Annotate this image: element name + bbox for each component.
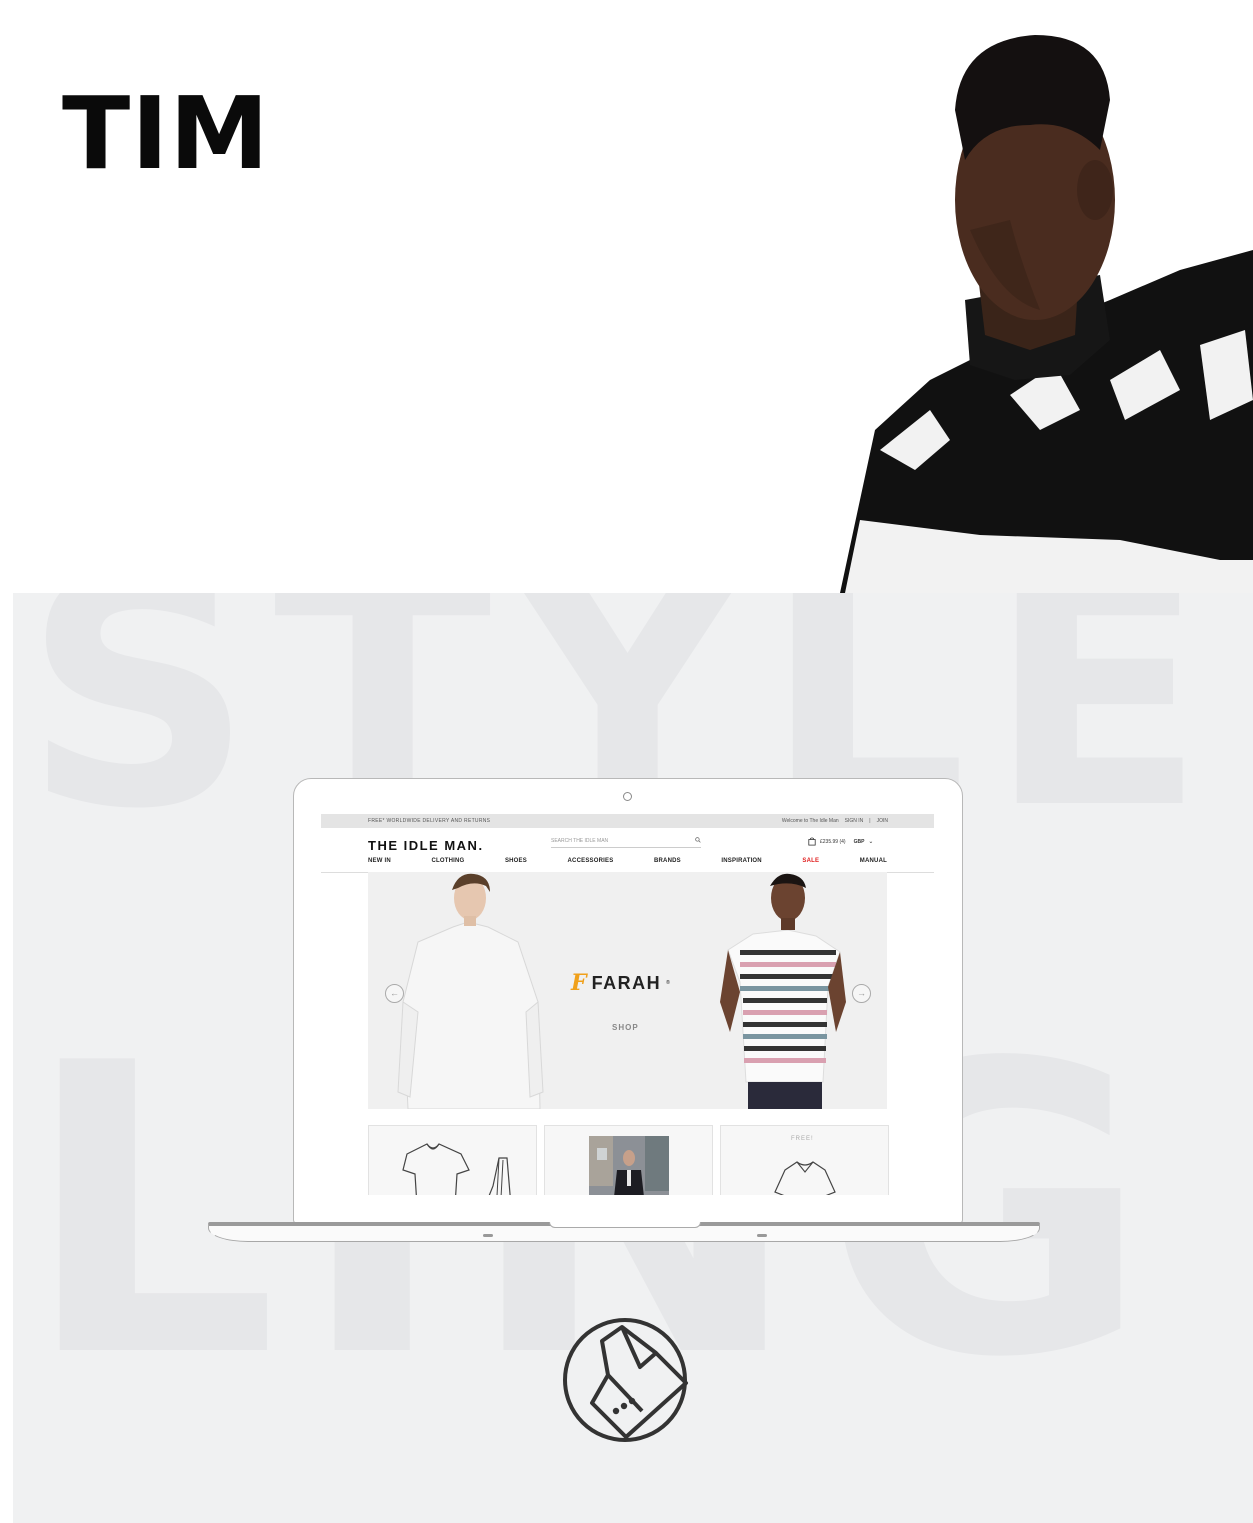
laptop-notch [549, 1222, 701, 1228]
search-icon[interactable] [695, 837, 701, 843]
shop-button[interactable]: SHOP [612, 1023, 639, 1032]
jacket-cuff-icon [563, 1318, 688, 1442]
category-tiles: FREE! [368, 1125, 889, 1195]
search-placeholder: SEARCH THE IDLE MAN [551, 838, 609, 844]
arrow-left-icon[interactable]: ← [385, 984, 404, 1003]
cart-total: £235.99 (4) [820, 838, 846, 845]
laptop-foot [757, 1234, 767, 1237]
farah-mark-icon: F [571, 970, 587, 996]
tile-free-offer[interactable]: FREE! [720, 1125, 889, 1195]
account-separator: | [869, 818, 871, 824]
nav-item-inspiration[interactable]: INSPIRATION [721, 858, 761, 864]
webcam-icon [623, 792, 632, 801]
chevron-down-icon[interactable]: ⌄ [868, 838, 873, 845]
trademark-symbol: ® [666, 980, 670, 986]
currency-selector[interactable]: GBP [854, 839, 865, 845]
main-navigation: NEW IN CLOTHING SHOES ACCESSORIES BRANDS… [368, 858, 887, 864]
laptop-base [208, 1222, 1040, 1242]
search-input[interactable]: SEARCH THE IDLE MAN [551, 837, 701, 848]
hero-section: TIM [0, 0, 1253, 593]
nav-item-clothing[interactable]: CLOTHING [431, 858, 464, 864]
sign-in-link[interactable]: SIGN IN [845, 818, 864, 824]
nav-item-accessories[interactable]: ACCESSORIES [568, 858, 614, 864]
street-style-photo [589, 1136, 669, 1195]
arrow-right-icon[interactable]: → [852, 984, 871, 1003]
brand-name: FARAH [591, 972, 662, 993]
hero-banner[interactable]: F FARAH ® SHOP ← → [368, 872, 887, 1109]
cart-summary[interactable]: £235.99 (4) GBP ⌄ [808, 837, 873, 846]
site-header: THE IDLE MAN. SEARCH THE IDLE MAN £235.9… [321, 828, 934, 873]
page-title: TIM [62, 75, 270, 192]
nav-item-shoes[interactable]: SHOES [505, 858, 527, 864]
welcome-text: Welcome to The Idle Man [781, 818, 839, 824]
nav-item-new-in[interactable]: NEW IN [368, 858, 391, 864]
laptop-screen: FREE* WORLDWIDE DELIVERY AND RETURNS Wel… [293, 778, 963, 1224]
nav-item-brands[interactable]: BRANDS [654, 858, 681, 864]
nav-item-manual[interactable]: MANUAL [860, 858, 887, 864]
laptop-foot [483, 1234, 493, 1237]
showcase-section: STYLE LING FREE* WORLDWIDE DELIVERY AND … [13, 593, 1253, 1523]
site-topbar: FREE* WORLDWIDE DELIVERY AND RETURNS Wel… [321, 814, 934, 828]
shopping-bag-icon[interactable] [808, 837, 816, 846]
tile-clothing[interactable] [368, 1125, 537, 1195]
tile-street-style[interactable] [544, 1125, 713, 1195]
account-links: Welcome to The Idle Man SIGN IN | JOIN [782, 818, 888, 824]
brand-logo[interactable]: F FARAH ® [571, 970, 670, 996]
tshirt-icon [402, 1143, 511, 1195]
delivery-message: FREE* WORLDWIDE DELIVERY AND RETURNS [368, 818, 491, 824]
website-preview: FREE* WORLDWIDE DELIVERY AND RETURNS Wel… [321, 814, 934, 1195]
free-label: FREE! [791, 1136, 814, 1142]
hero-model-photo [780, 0, 1253, 593]
site-logo[interactable]: THE IDLE MAN. [368, 838, 484, 853]
nav-item-sale[interactable]: SALE [802, 858, 819, 864]
join-link[interactable]: JOIN [877, 818, 888, 824]
